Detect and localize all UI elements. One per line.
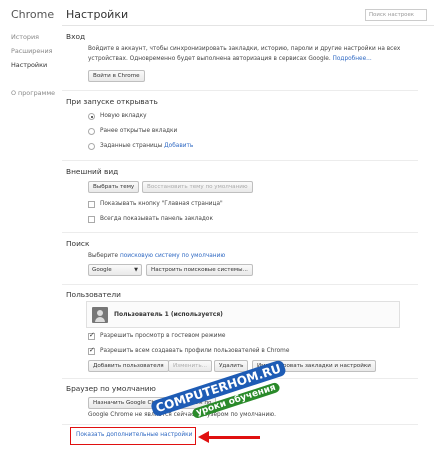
sidebar-item-history[interactable]: История — [11, 33, 39, 41]
section-divider — [62, 90, 418, 91]
reset-theme-button[interactable]: Восстановить тему по умолчанию — [142, 181, 253, 193]
signin-more-link[interactable]: Подробнее... — [333, 56, 372, 62]
guest-mode-label: Разрешить просмотр в гостевом режиме — [100, 333, 226, 339]
startup-radio-previous-tabs[interactable] — [88, 128, 95, 135]
default-search-link[interactable]: поисковую систему по умолчанию — [120, 253, 225, 259]
bookmarks-bar-label: Всегда показывать панель закладок — [100, 216, 213, 222]
startup-add-link[interactable]: Добавить — [164, 143, 193, 149]
home-button-label: Показывать кнопку "Главная страница" — [100, 201, 223, 207]
startup-specific-pages-text: Заданные страницы — [100, 143, 163, 149]
startup-title: При запуске открывать — [66, 97, 158, 106]
highlight-box — [70, 427, 196, 445]
header-divider — [62, 25, 434, 26]
settings-main: Настройки Поиск настроек Вход Войдите в … — [62, 0, 434, 456]
search-engine-select[interactable]: Google ▼ — [88, 264, 142, 276]
sidebar-item-about[interactable]: О программе — [11, 89, 55, 97]
choose-theme-button[interactable]: Выбрать тему — [88, 181, 140, 193]
sidebar-item-settings[interactable]: Настройки — [11, 61, 47, 69]
users-title: Пользователи — [66, 290, 121, 299]
section-divider — [62, 232, 418, 233]
allow-profiles-label: Разрешить всем создавать профили пользов… — [100, 348, 290, 354]
search-input[interactable]: Поиск настроек — [365, 9, 427, 21]
arrow-shaft — [208, 436, 260, 439]
delete-user-button[interactable]: Удалить — [214, 360, 249, 372]
current-user-name[interactable]: Пользователь 1 (используется) — [114, 311, 223, 318]
avatar — [92, 307, 108, 323]
appearance-title: Внешний вид — [66, 167, 119, 176]
guest-mode-checkbox[interactable] — [88, 331, 95, 340]
search-text-prefix: Выберите — [88, 253, 119, 259]
signin-text-2-body: устройствах. Одновременно будет выполнен… — [88, 56, 331, 62]
signin-text-1: Войдите в аккаунт, чтобы синхронизироват… — [88, 46, 401, 52]
signin-button[interactable]: Войти в Chrome — [88, 70, 145, 82]
sidebar: Chrome История Расширения Настройки О пр… — [0, 0, 62, 456]
edit-user-button[interactable]: Изменить... — [168, 360, 213, 372]
section-divider — [62, 378, 418, 379]
home-button-checkbox[interactable] — [88, 201, 95, 208]
default-browser-title: Браузер по умолчанию — [66, 384, 156, 393]
add-user-button[interactable]: Добавить пользователя — [88, 360, 169, 372]
search-text: Выберите поисковую систему по умолчанию — [88, 253, 225, 259]
startup-label-previous-tabs: Ранее открытые вкладки — [100, 128, 178, 134]
brand-title: Chrome — [11, 8, 55, 21]
default-browser-status: Google Chrome не является сейчас браузер… — [88, 412, 276, 418]
sidebar-item-extensions[interactable]: Расширения — [11, 47, 52, 55]
page-title: Настройки — [66, 8, 129, 21]
search-engine-value: Google — [92, 267, 112, 273]
users-list: Пользователь 1 (используется) — [86, 301, 400, 328]
startup-radio-specific-pages[interactable] — [88, 143, 95, 150]
section-divider — [62, 284, 418, 285]
startup-label-specific-pages: Заданные страницы Добавить — [100, 143, 193, 149]
manage-search-engines-button[interactable]: Настроить поисковые системы... — [146, 264, 253, 276]
startup-radio-new-tab[interactable] — [88, 113, 95, 120]
signin-title: Вход — [66, 32, 86, 41]
make-default-button[interactable]: Назначить Google Chrome браузером по — [88, 397, 217, 409]
bookmarks-bar-checkbox[interactable] — [88, 216, 95, 223]
startup-label-new-tab: Новую вкладку — [100, 113, 147, 119]
section-divider — [62, 160, 418, 161]
allow-profiles-checkbox[interactable] — [88, 346, 95, 355]
search-title: Поиск — [66, 239, 90, 248]
section-divider — [62, 424, 418, 425]
import-bookmarks-button[interactable]: Импортировать закладки и настройки — [252, 360, 376, 372]
signin-text-2: устройствах. Одновременно будет выполнен… — [88, 56, 372, 62]
chevron-down-icon: ▼ — [134, 267, 138, 273]
